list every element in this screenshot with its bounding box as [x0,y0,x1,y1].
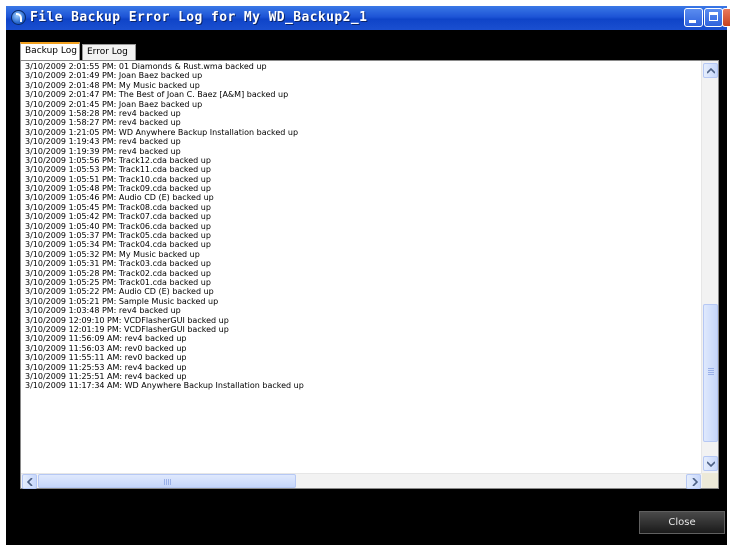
vertical-scroll-thumb[interactable] [703,304,718,442]
log-list: 3/10/2009 2:01:55 PM: 01 Diamonds & Rust… [25,62,699,473]
log-entry: 3/10/2009 11:56:03 AM: rev0 backed up [25,343,187,353]
minimize-icon[interactable] [684,8,703,27]
log-entry: 3/10/2009 12:09:10 PM: VCDFlasherGUI bac… [25,315,229,325]
log-entry: 3/10/2009 11:17:34 AM: WD Anywhere Backu… [25,381,304,391]
log-entry: 3/10/2009 1:05:37 PM: Track05.cda backed… [25,231,211,241]
log-entry: 3/10/2009 1:58:28 PM: rev4 backed up [25,108,181,118]
log-entry: 3/10/2009 1:19:43 PM: rev4 backed up [25,137,181,147]
log-entry: 3/10/2009 11:56:09 AM: rev4 backed up [25,334,187,344]
log-entry: 3/10/2009 2:01:48 PM: My Music backed up [25,80,200,90]
log-entry: 3/10/2009 11:25:53 AM: rev4 backed up [25,362,187,372]
log-panel: 3/10/2009 2:01:55 PM: 01 Diamonds & Rust… [20,60,719,489]
wd-backup-icon [11,10,26,25]
log-entry: 3/10/2009 1:05:32 PM: My Music backed up [25,249,200,259]
log-window: File Backup Error Log for My WD_Backup2_… [6,6,730,545]
scroll-right-icon[interactable] [686,474,701,489]
log-entry: 3/10/2009 1:05:48 PM: Track09.cda backed… [25,184,211,194]
log-entry: 3/10/2009 1:05:51 PM: Track10.cda backed… [25,174,211,184]
close-icon[interactable] [722,8,730,27]
log-entry: 3/10/2009 2:01:47 PM: The Best of Joan C… [25,90,289,100]
log-entry: 3/10/2009 1:05:42 PM: Track07.cda backed… [25,212,211,222]
log-entry: 3/10/2009 1:21:05 PM: WD Anywhere Backup… [25,127,299,137]
tab-error-log[interactable]: Error Log [82,44,136,60]
maximize-icon[interactable] [704,8,723,27]
log-entry: 3/10/2009 1:05:25 PM: Track01.cda backed… [25,277,211,287]
horizontal-scrollbar[interactable] [21,473,702,489]
window-client-area: Backup Log Error Log 3/10/2009 2:01:55 P… [12,30,725,539]
log-entry: 3/10/2009 1:05:31 PM: Track03.cda backed… [25,259,211,269]
log-entry: 3/10/2009 1:58:27 PM: rev4 backed up [25,118,181,128]
log-entry: 3/10/2009 11:55:11 AM: rev0 backed up [25,353,187,363]
log-entry: 3/10/2009 1:19:39 PM: rev4 backed up [25,146,181,156]
scroll-down-icon[interactable] [703,456,718,471]
tab-backup-log[interactable]: Backup Log [20,42,80,60]
vertical-scrollbar[interactable] [701,61,718,473]
scroll-up-icon[interactable] [703,63,718,78]
horizontal-scroll-thumb[interactable] [38,474,296,488]
log-entry: 3/10/2009 1:03:48 PM: rev4 backed up [25,306,181,316]
log-entry: 3/10/2009 2:01:55 PM: 01 Diamonds & Rust… [25,62,267,71]
log-entry: 3/10/2009 1:05:46 PM: Audio CD (E) backe… [25,193,214,203]
log-entry: 3/10/2009 2:01:49 PM: Joan Baez backed u… [25,71,203,81]
log-entry: 3/10/2009 1:05:53 PM: Track11.cda backed… [25,165,211,175]
log-entry: 3/10/2009 1:05:21 PM: Sample Music backe… [25,296,219,306]
title-bar[interactable]: File Backup Error Log for My WD_Backup2_… [6,6,730,30]
log-entry: 3/10/2009 1:05:45 PM: Track08.cda backed… [25,202,211,212]
log-entry: 3/10/2009 1:05:56 PM: Track12.cda backed… [25,155,211,165]
log-entry: 3/10/2009 11:25:51 AM: rev4 backed up [25,371,187,381]
close-button[interactable]: Close [639,511,725,534]
log-entry: 3/10/2009 1:05:22 PM: Audio CD (E) backe… [25,287,214,297]
scrollbar-corner [702,473,718,488]
log-entry: 3/10/2009 1:05:28 PM: Track02.cda backed… [25,268,211,278]
log-entry: 3/10/2009 1:05:34 PM: Track04.cda backed… [25,240,211,250]
log-entry: 3/10/2009 1:05:40 PM: Track06.cda backed… [25,221,211,231]
window-title: File Backup Error Log for My WD_Backup2_… [30,10,368,25]
log-entry: 3/10/2009 2:01:45 PM: Joan Baez backed u… [25,99,203,109]
log-entry: 3/10/2009 12:01:19 PM: VCDFlasherGUI bac… [25,324,229,334]
scroll-left-icon[interactable] [22,474,37,489]
